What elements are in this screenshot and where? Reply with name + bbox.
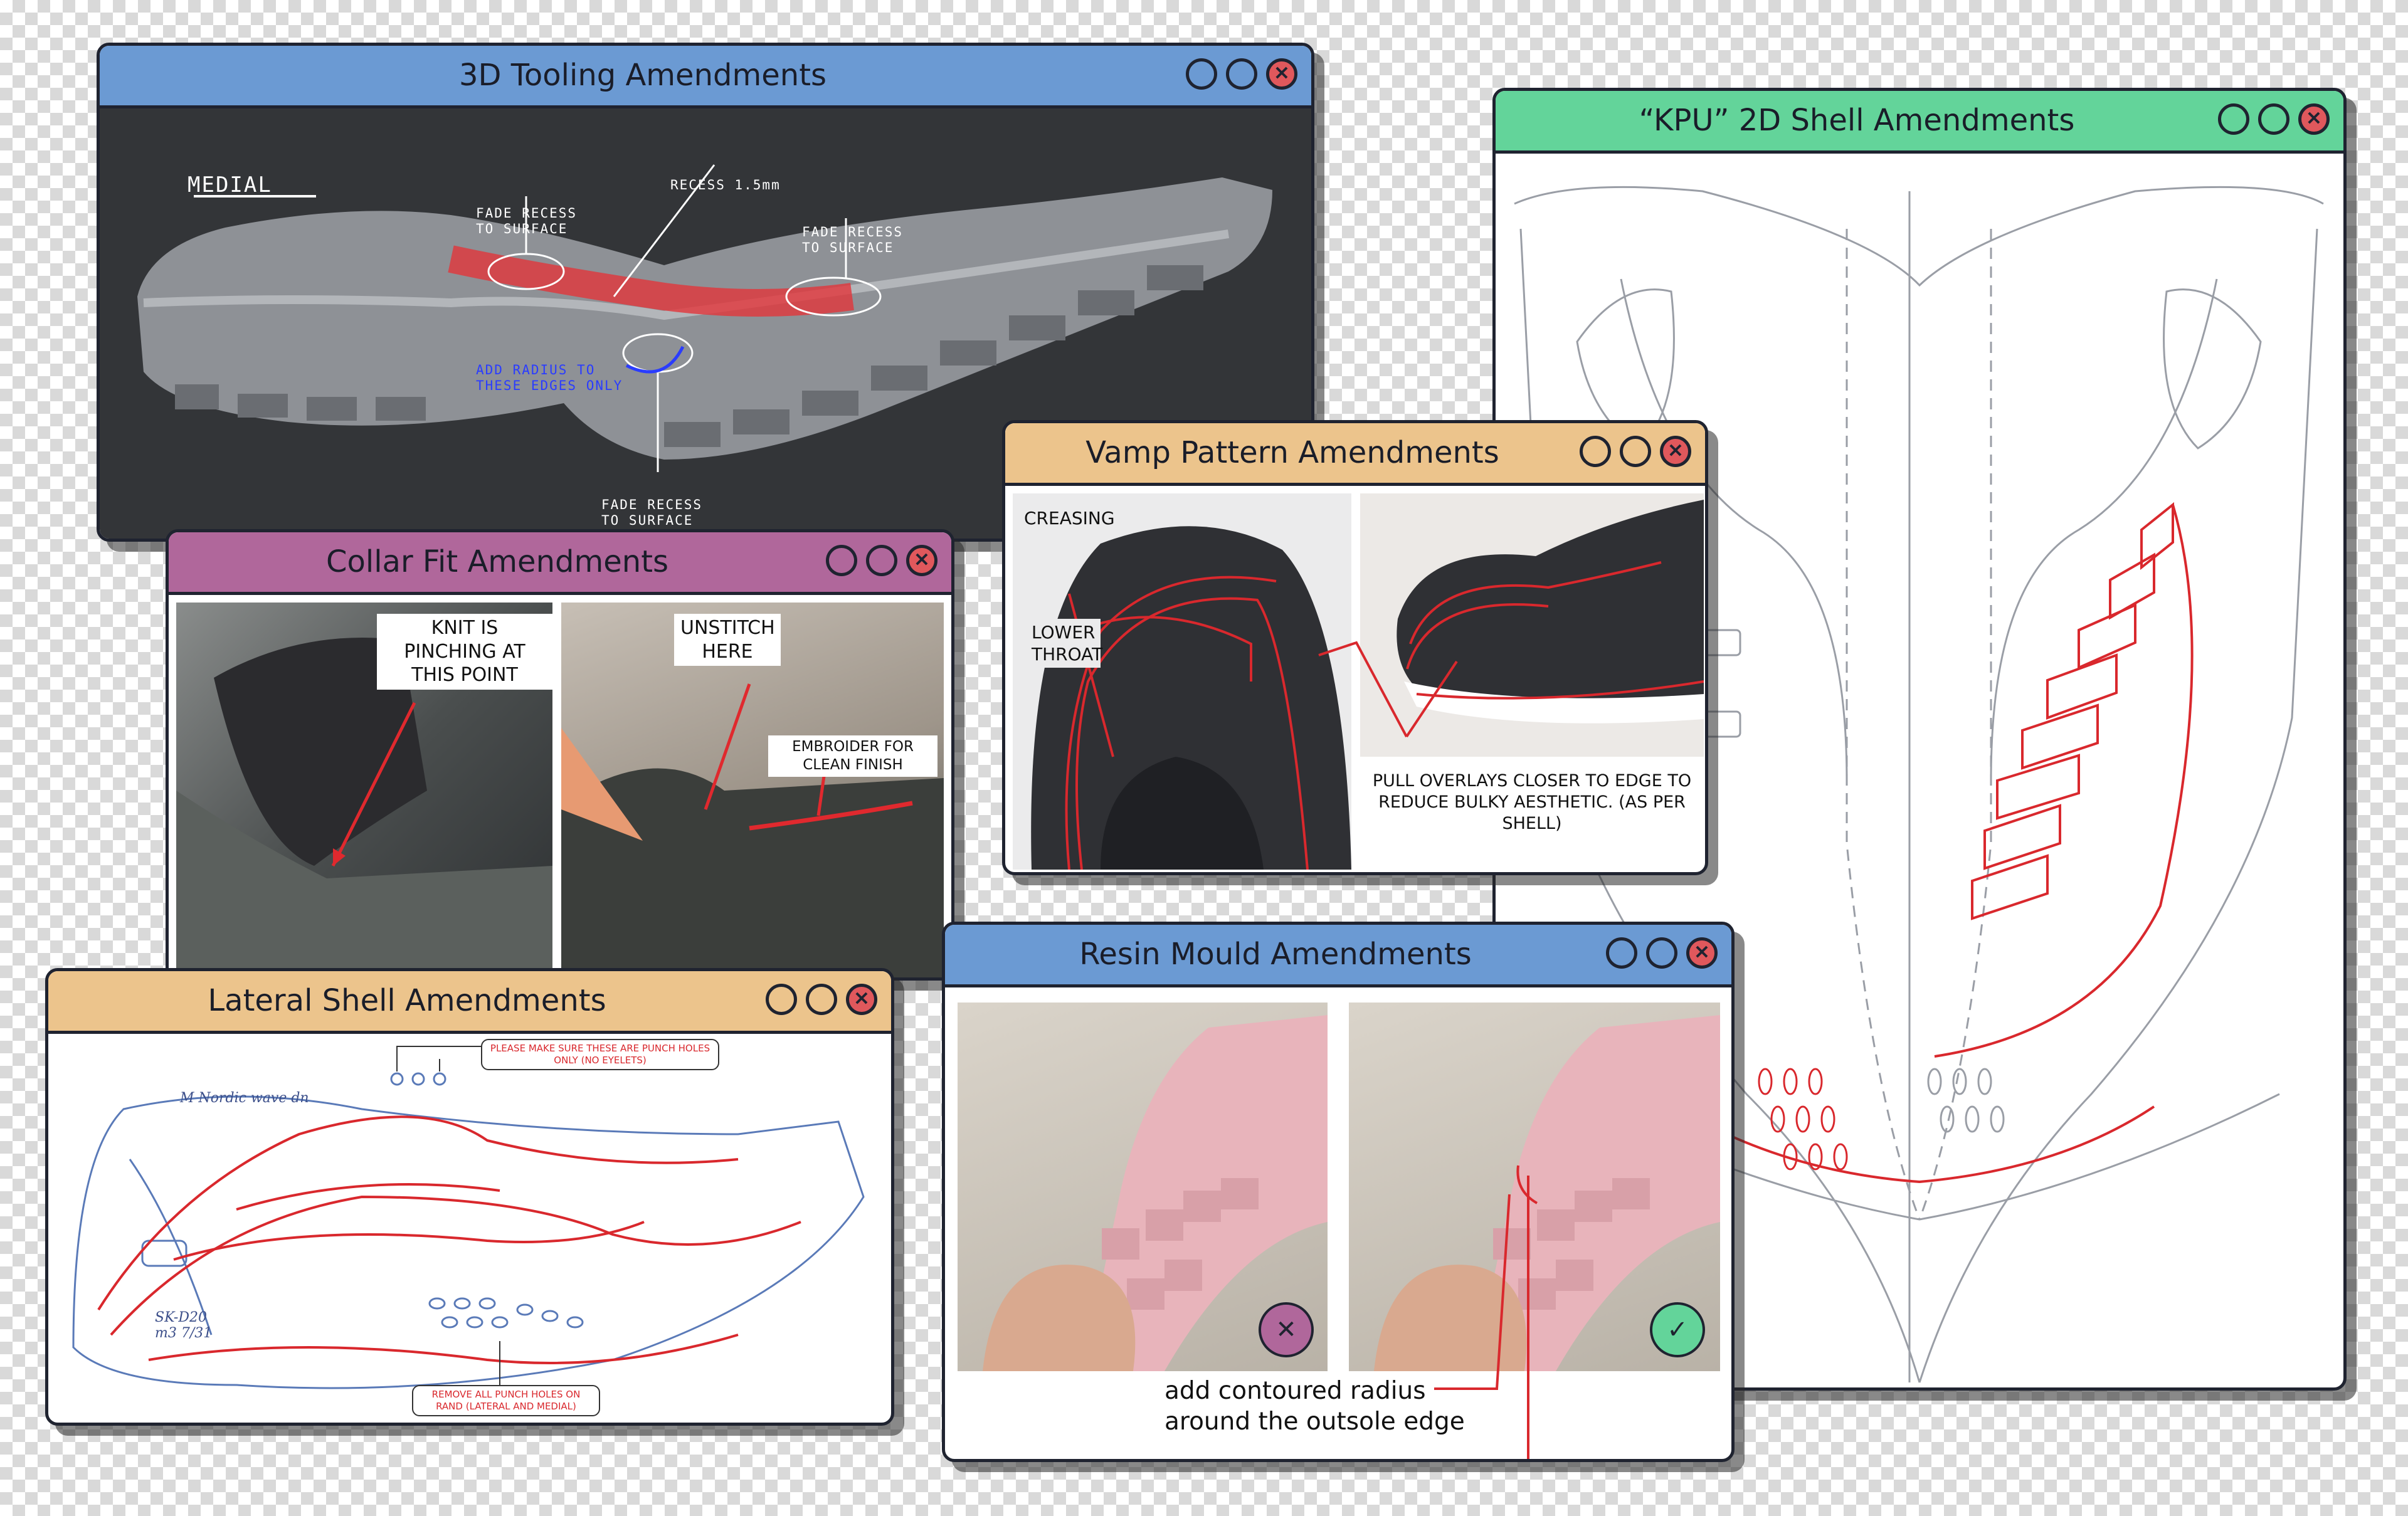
fade-note-3: FADE RECESS TO SURFACE (601, 497, 703, 529)
close-icon: ✕ (914, 550, 930, 571)
lateral-drawing: PLEASE MAKE SURE THESE ARE PUNCH HOLES O… (48, 1034, 891, 1423)
lateral-window: Lateral Shell Amendments ✕ PLEASE MAKE S… (45, 968, 894, 1426)
close-button[interactable]: ✕ (1266, 58, 1297, 90)
close-icon: ✕ (1274, 63, 1290, 84)
close-icon: ✕ (1694, 942, 1710, 963)
kpu-title-bar[interactable]: “KPU” 2D Shell Amendments ✕ (1496, 91, 2343, 154)
window-controls: ✕ (1186, 58, 1297, 93)
maximize-button[interactable] (1226, 58, 1257, 90)
maximize-button[interactable] (866, 545, 897, 576)
collar-window: Collar Fit Amendments ✕ KNIT IS PINCHING… (166, 529, 954, 981)
window-controls: ✕ (1580, 436, 1691, 471)
minimize-button[interactable] (1186, 58, 1217, 90)
fade-note-1: FADE RECESS TO SURFACE (476, 206, 578, 237)
recess-note: RECESS 1.5mm (670, 177, 781, 192)
window-controls: ✕ (2218, 103, 2330, 139)
medial-note: MEDIAL (187, 172, 272, 197)
window-title: Lateral Shell Amendments (208, 983, 606, 1018)
minimize-button[interactable] (826, 545, 857, 576)
handwritten-note-1: M Nordic wave dn (180, 1090, 309, 1106)
resin-photos: ✕ ✓ add contoured radius around the outs… (945, 987, 1731, 1459)
minimize-button[interactable] (2218, 103, 2249, 135)
close-icon: ✕ (853, 989, 870, 1009)
remove-holes-note: REMOVE ALL PUNCH HOLES ON RAND (LATERAL … (412, 1385, 600, 1416)
maximize-button[interactable] (1620, 436, 1651, 467)
vamp-window: Vamp Pattern Amendments ✕ CREASING LOWER… (1002, 420, 1708, 875)
pinching-label: KNIT IS PINCHING AT THIS POINT (377, 614, 552, 690)
lateral-title-bar[interactable]: Lateral Shell Amendments ✕ (48, 971, 891, 1034)
window-title: “KPU” 2D Shell Amendments (1639, 103, 2075, 138)
window-title: 3D Tooling Amendments (458, 58, 827, 93)
fade-note-2: FADE RECESS TO SURFACE (802, 224, 904, 256)
close-button[interactable]: ✕ (1686, 937, 1718, 969)
maximize-button[interactable] (1646, 937, 1677, 969)
resin-window: Resin Mould Amendments ✕ ✕ ✓ add contour… (942, 922, 1735, 1462)
collar-photo-pinch: KNIT IS PINCHING AT THIS POINT (176, 603, 552, 977)
minimize-button[interactable] (1580, 436, 1611, 467)
window-title: Resin Mould Amendments (1079, 937, 1472, 972)
collar-photos: KNIT IS PINCHING AT THIS POINT UNSTITCH … (169, 595, 951, 977)
vamp-photos: CREASING LOWER THROAT PULL OVERLAYS CLOS… (1005, 486, 1705, 872)
punch-holes-note: PLEASE MAKE SURE THESE ARE PUNCH HOLES O… (481, 1039, 719, 1070)
collar-title-bar[interactable]: Collar Fit Amendments ✕ (169, 532, 951, 595)
collar-photo-unstitch: UNSTITCH HERE EMBROIDER FOR CLEAN FINISH (561, 603, 944, 977)
resin-title-bar[interactable]: Resin Mould Amendments ✕ (945, 925, 1731, 987)
overlays-label: PULL OVERLAYS CLOSER TO EDGE TO REDUCE B… (1372, 771, 1692, 833)
resin-caption: add contoured radius around the outsole … (1164, 1377, 1465, 1436)
unstitch-label: UNSTITCH HERE (674, 614, 781, 666)
vamp-title-bar[interactable]: Vamp Pattern Amendments ✕ (1005, 423, 1705, 486)
window-title: Collar Fit Amendments (325, 544, 669, 579)
close-icon: ✕ (1667, 441, 1684, 461)
handwritten-note-2: SK-D20 m3 7/31 (155, 1310, 213, 1341)
tooling-title-bar[interactable]: 3D Tooling Amendments ✕ (100, 46, 1311, 108)
window-controls: ✕ (1606, 937, 1718, 972)
window-controls: ✕ (826, 545, 937, 580)
embroider-label: EMBROIDER FOR CLEAN FINISH (768, 735, 937, 777)
maximize-button[interactable] (806, 984, 837, 1015)
lateral-shell-drawing (72, 1046, 865, 1389)
minimize-button[interactable] (766, 984, 797, 1015)
close-button[interactable]: ✕ (2298, 103, 2330, 135)
close-button[interactable]: ✕ (846, 984, 877, 1015)
window-title: Vamp Pattern Amendments (1085, 435, 1499, 470)
minimize-button[interactable] (1606, 937, 1637, 969)
close-button[interactable]: ✕ (1660, 436, 1691, 467)
maximize-button[interactable] (2258, 103, 2289, 135)
close-button[interactable]: ✕ (906, 545, 937, 576)
close-icon: ✕ (2306, 108, 2322, 129)
window-controls: ✕ (766, 984, 877, 1019)
radius-note: ADD RADIUS TO THESE EDGES ONLY (476, 362, 623, 394)
